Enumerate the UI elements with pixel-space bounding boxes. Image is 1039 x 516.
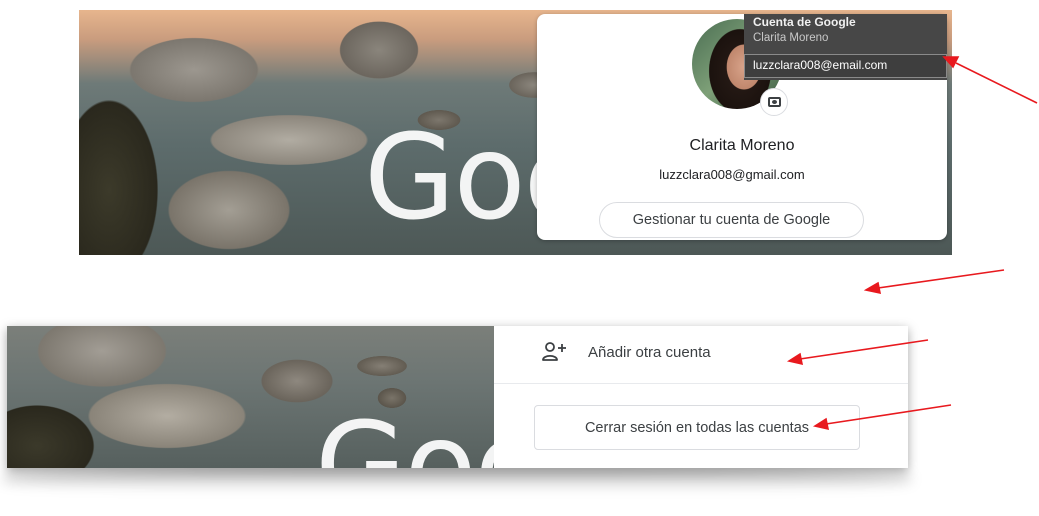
arrow-middle	[863, 269, 1005, 295]
camera-icon	[767, 97, 781, 107]
tooltip-email-box: luzzclara008@email.com	[744, 54, 947, 78]
divider	[494, 383, 908, 384]
tooltip-name: Clarita Moreno	[753, 32, 829, 44]
signout-all-button[interactable]: Cerrar sesión en todas las cuentas	[534, 405, 860, 450]
change-photo-button[interactable]	[760, 88, 788, 116]
manage-account-button[interactable]: Gestionar tu cuenta de Google	[599, 202, 864, 238]
account-email: luzzclara008@gmail.com	[659, 167, 805, 182]
tooltip-title: Cuenta de Google	[753, 15, 856, 29]
account-name: Clarita Moreno	[689, 137, 795, 154]
person-add-icon	[542, 342, 566, 361]
add-account-item[interactable]: Añadir otra cuenta	[494, 326, 908, 382]
account-card: Cuenta de Google Clarita Moreno luzzclar…	[537, 14, 947, 240]
tooltip-email: luzzclara008@email.com	[753, 58, 888, 72]
account-popup-screenshot-bottom: Goo Añadir otra cuenta Cerrar sesión en …	[7, 326, 908, 468]
account-tooltip: Cuenta de Google Clarita Moreno luzzclar…	[744, 14, 947, 80]
account-menu-footer: Añadir otra cuenta Cerrar sesión en toda…	[494, 326, 908, 468]
arrow-to-tooltip-email	[942, 56, 1038, 104]
screenshot-shadow	[3, 468, 911, 490]
add-account-label: Añadir otra cuenta	[588, 344, 711, 361]
background-photo: Goo	[7, 326, 547, 468]
account-popup-screenshot-top: Goo Cuenta de Google Clarita Moreno luzz…	[79, 10, 952, 255]
